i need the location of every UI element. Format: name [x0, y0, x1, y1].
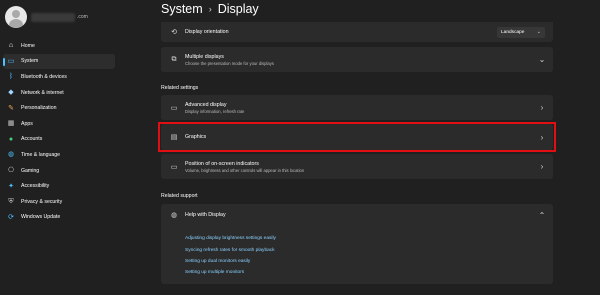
sidebar-item-label: Network & internet	[21, 89, 64, 96]
help-link[interactable]: Setting up dual monitors easily	[185, 259, 250, 264]
sidebar-item-privacy-security[interactable]: ⛨ Privacy & security	[3, 194, 115, 210]
chevron-right-icon: ›	[540, 103, 544, 112]
sidebar-item-label: System	[21, 58, 39, 65]
chevron-up-icon: ⌃	[538, 210, 546, 220]
update-icon: ⟳	[8, 213, 14, 221]
display-orientation-card: ⟲ Display orientation Landscape ⌄	[161, 22, 553, 42]
globe-icon: ◍	[7, 151, 15, 159]
apps-icon: ▦	[7, 120, 15, 128]
graphics-highlight-box	[158, 122, 556, 152]
rotate-icon: ⟲	[171, 29, 177, 36]
onscreen-indicators-subtitle: Volume, brightness and other controls wi…	[185, 167, 305, 173]
page-title: Display	[217, 2, 259, 16]
help-links-panel	[161, 226, 553, 284]
account-header[interactable]: .com	[5, 4, 88, 30]
sidebar-item-gaming[interactable]: ⎔ Gaming	[3, 163, 115, 179]
advanced-display-card[interactable]: ▭ Advanced display Display information, …	[161, 95, 553, 120]
sidebar-item-apps[interactable]: ▦ Apps	[3, 116, 115, 132]
sidebar-item-windows-update[interactable]: ⟳ Windows Update	[3, 210, 115, 226]
sidebar-item-label: Accounts	[21, 136, 43, 143]
accessibility-icon: ✦	[8, 182, 14, 190]
sidebar-item-label: Bluetooth & devices	[21, 73, 67, 80]
chevron-down-icon: ⌄	[536, 29, 541, 35]
indicator-position-icon: ▭	[170, 163, 178, 171]
sidebar-item-system[interactable]: ▭ System	[3, 53, 115, 70]
gaming-icon: ⎔	[7, 167, 15, 175]
breadcrumb-system[interactable]: System	[161, 2, 203, 16]
sidebar-item-home[interactable]: ⌂ Home	[3, 38, 115, 54]
help-link[interactable]: Syncing refresh rates for smooth playbac…	[185, 248, 275, 253]
sidebar-item-label: Personalization	[21, 105, 57, 112]
onscreen-indicators-card[interactable]: ▭ Position of on-screen indicators Volum…	[161, 154, 553, 179]
globe-icon: ◍	[170, 212, 178, 219]
main-content: System › Display ⟲ Display orientation L…	[118, 0, 600, 295]
system-icon: ▭	[7, 57, 15, 65]
multiple-displays-icon: ⧉	[171, 55, 177, 63]
sidebar-item-bluetooth-devices[interactable]: ᛒ Bluetooth & devices	[3, 69, 115, 85]
advanced-display-subtitle: Display information, refresh rate	[185, 108, 245, 114]
network-icon: ◆	[8, 89, 14, 97]
chevron-down-icon: ⌄	[538, 55, 546, 64]
advanced-display-title: Advanced display	[185, 101, 227, 108]
brush-icon: ✎	[8, 104, 14, 112]
account-email: .com	[77, 14, 88, 20]
sidebar-nav: ⌂ Home ▭ System ᛒ Bluetooth & devices ◆ Network…	[3, 38, 115, 225]
sidebar-item-label: Time & language	[21, 151, 61, 158]
multiple-displays-subtitle: Choose the presentation mode for your di…	[185, 60, 274, 66]
sidebar-item-label: Apps	[21, 120, 33, 127]
onscreen-indicators-title: Position of on-screen indicators	[185, 160, 259, 167]
breadcrumb: System › Display	[161, 2, 259, 16]
orientation-dropdown[interactable]: Landscape ⌄	[497, 26, 545, 38]
sidebar-item-label: Privacy & security	[21, 198, 63, 205]
chevron-right-icon: ›	[540, 162, 544, 171]
multiple-displays-title: Multiple displays	[185, 53, 224, 60]
help-with-display-title: Help with Display	[185, 212, 226, 218]
sidebar-item-network-internet[interactable]: ◆ Network & internet	[3, 85, 115, 101]
sidebar-item-label: Gaming	[21, 167, 40, 174]
monitor-icon: ▭	[170, 104, 178, 112]
help-link[interactable]: Setting up multiple monitors	[185, 270, 244, 275]
sidebar-item-time-language[interactable]: ◍ Time & language	[3, 147, 115, 163]
account-name-redacted	[31, 12, 75, 22]
related-settings-heading: Related settings	[161, 85, 199, 91]
sidebar-item-accounts[interactable]: ● Accounts	[3, 132, 115, 148]
help-with-display-card[interactable]: ◍ Help with Display ⌃	[161, 204, 553, 226]
orientation-value: Landscape	[501, 29, 525, 35]
accounts-icon: ●	[8, 135, 14, 143]
sidebar-item-label: Home	[21, 42, 35, 49]
breadcrumb-separator: ›	[208, 4, 212, 14]
help-link[interactable]: Adjusting display brightness settings ea…	[185, 236, 276, 241]
avatar	[5, 6, 27, 28]
sidebar-item-personalization[interactable]: ✎ Personalization	[3, 100, 115, 116]
home-icon: ⌂	[8, 42, 14, 50]
related-support-heading: Related support	[161, 193, 198, 199]
sidebar-item-label: Windows Update	[21, 214, 61, 221]
display-orientation-title: Display orientation	[185, 29, 229, 35]
sidebar-item-label: Accessibility	[21, 183, 50, 190]
sidebar-item-accessibility[interactable]: ✦ Accessibility	[3, 178, 115, 194]
multiple-displays-card[interactable]: ⧉ Multiple displays Choose the presentat…	[161, 47, 553, 72]
shield-icon: ⛨	[8, 198, 14, 206]
sidebar: .com ⌂ Home ▭ System ᛒ Bluetooth & devices ◆ Ne…	[0, 0, 118, 295]
bluetooth-icon: ᛒ	[8, 73, 14, 81]
